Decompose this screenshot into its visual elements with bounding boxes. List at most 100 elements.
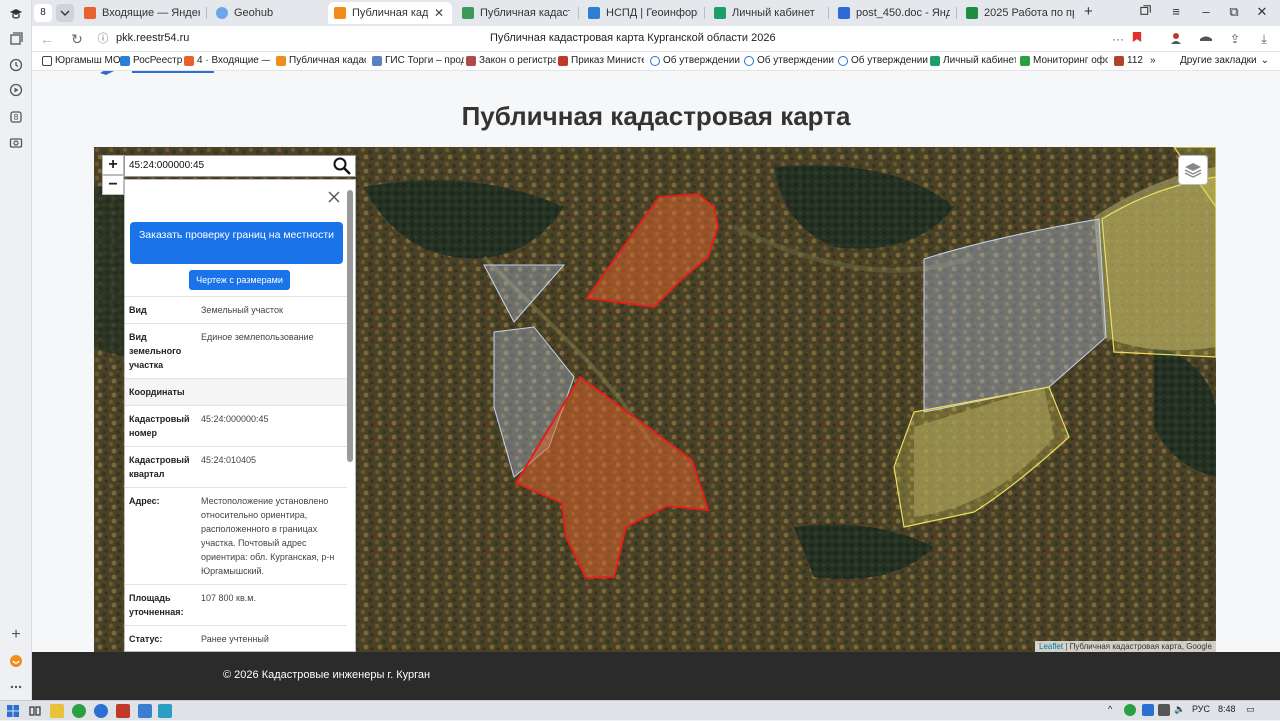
- bookmark-item[interactable]: Об утверждении: [650, 55, 740, 66]
- site-logo[interactable]: [100, 71, 220, 81]
- input-language[interactable]: РУС: [1192, 704, 1210, 714]
- url-field[interactable]: pkk.reestr54.ru: [116, 32, 189, 44]
- tab-sheet[interactable]: 2025 Работа по предоставлению: [960, 2, 1080, 24]
- tab-nspd[interactable]: НСПД | Геоинформационная: [582, 2, 704, 24]
- bookmark-item[interactable]: Мониторинг офо: [1020, 55, 1108, 66]
- more-dots-icon[interactable]: [7, 678, 25, 696]
- kaspersky-icon[interactable]: [72, 704, 86, 718]
- consultant-icon: [558, 55, 568, 66]
- tab-geohub[interactable]: Geohub: [210, 2, 326, 24]
- footer-copyright: © 2026 Кадастровые инженеры г. Курган: [223, 669, 431, 681]
- share-icon[interactable]: ⇪: [1227, 31, 1243, 47]
- pdf-app-icon[interactable]: [116, 704, 130, 718]
- drawing-with-dimensions-button[interactable]: Чертеж с размерами: [189, 270, 290, 290]
- tab-count-badge[interactable]: 8: [34, 4, 52, 22]
- attr-row: Статус: Ранее учтенный: [125, 625, 347, 651]
- site-info-icon[interactable]: ⓘ: [94, 30, 112, 48]
- start-icon[interactable]: [6, 704, 20, 718]
- volume-icon[interactable]: 🔈: [1174, 704, 1185, 715]
- bookmark-item[interactable]: Об утверждении: [744, 55, 834, 66]
- zoom-out-button[interactable]: −: [102, 175, 124, 195]
- map-view[interactable]: + − 45:24:000000:45 Заказать проверку гр…: [94, 147, 1216, 652]
- address-bar: ← ↻ ⓘ pkk.reestr54.ru Публичная кадастро…: [32, 26, 1280, 52]
- qgis-app-icon[interactable]: [158, 704, 172, 718]
- tab-pkk-2[interactable]: Публичная кадастровая карта: [456, 2, 576, 24]
- counter-8-icon[interactable]: 8: [7, 108, 25, 126]
- attr-row: Координаты: [125, 378, 347, 405]
- back-icon[interactable]: ←: [38, 30, 56, 48]
- file-explorer-icon[interactable]: [50, 704, 64, 718]
- antivirus-tray-icon[interactable]: [1124, 704, 1136, 716]
- bookmark-item[interactable]: РосРеестр: [120, 55, 184, 66]
- bookmark-item[interactable]: ГИС Торги – прод: [372, 55, 464, 66]
- yandex-browser-icon[interactable]: [94, 704, 108, 718]
- browser-sidebar: 8 +: [0, 0, 32, 700]
- history-icon[interactable]: [7, 56, 25, 74]
- os-taskbar: ^ 🔈 РУС 8:48 ▭: [0, 700, 1280, 720]
- search-icon[interactable]: [332, 157, 352, 175]
- bookmark-item[interactable]: Публичная кадаст: [276, 55, 366, 66]
- page-title: Публичная кадастровая карта: [461, 101, 851, 131]
- tab-pkk-active[interactable]: Публичная кадастровая карта ✕: [328, 2, 452, 24]
- attr-row: Вид Земельный участок: [125, 296, 347, 323]
- word-app-icon[interactable]: [138, 704, 152, 718]
- bookmark-item[interactable]: 4 · Входящие — Я: [184, 55, 270, 66]
- bookmark-item[interactable]: Об утверждении: [838, 55, 928, 66]
- profile-cap-icon[interactable]: [7, 5, 25, 23]
- scrollbar-thumb[interactable]: [347, 190, 353, 462]
- document-icon: [838, 7, 850, 19]
- restore-icon[interactable]: ⧉: [1225, 4, 1243, 20]
- clock[interactable]: 8:48: [1218, 704, 1236, 714]
- gosuslugi-icon: [714, 7, 726, 19]
- tray-chevron-icon[interactable]: ^: [1108, 704, 1112, 714]
- bookmark-icon[interactable]: [1129, 31, 1145, 47]
- collections-icon[interactable]: [7, 30, 25, 48]
- cadastral-search-input[interactable]: 45:24:000000:45: [124, 155, 356, 177]
- attr-row: Вид земельного участка Единое землепольз…: [125, 323, 347, 378]
- bookmarks-bar: Юргамыш МО РосРеестр 4 · Входящие — Я Пу…: [32, 52, 1280, 71]
- tab-lk[interactable]: Личный кабинет: [708, 2, 828, 24]
- display-tray-icon[interactable]: [1158, 704, 1170, 716]
- more-dots-icon[interactable]: ···: [1110, 31, 1126, 47]
- tabs-overview-icon[interactable]: [1137, 4, 1155, 19]
- close-window-icon[interactable]: ✕: [1253, 4, 1271, 20]
- add-panel-icon[interactable]: +: [7, 626, 25, 644]
- panel-scrollbar[interactable]: [347, 182, 353, 651]
- reload-icon[interactable]: ↻: [68, 30, 86, 48]
- page-title-in-addressbar: Публичная кадастровая карта Курганской о…: [490, 32, 776, 44]
- close-icon[interactable]: [327, 190, 341, 204]
- bookmarks-more-chevron[interactable]: »: [1150, 55, 1156, 66]
- mail-icon: [184, 55, 194, 66]
- tab-yandex-mail[interactable]: Входящие — Яндекс.Почта: [78, 2, 206, 24]
- tab-list-chevron-icon[interactable]: [56, 4, 74, 22]
- bookmark-item[interactable]: Приказ Министер: [558, 55, 644, 66]
- zoom-in-button[interactable]: +: [102, 155, 124, 175]
- video-play-icon[interactable]: [7, 81, 25, 99]
- screenshot-icon[interactable]: [7, 134, 25, 152]
- alice-assistant-icon[interactable]: [7, 652, 25, 670]
- network-tray-icon[interactable]: [1142, 704, 1154, 716]
- bookmark-item[interactable]: Закон о регистра: [466, 55, 556, 66]
- new-tab-icon[interactable]: +: [1084, 3, 1093, 20]
- layers-button[interactable]: [1178, 155, 1208, 185]
- tab-label: Публичная кадастровая карта: [480, 7, 570, 19]
- tab-doc[interactable]: post_450.doc - Яндекс Документы: [832, 2, 956, 24]
- menu-icon[interactable]: ≡: [1167, 4, 1185, 19]
- other-bookmarks[interactable]: Другие закладки ⌄: [1180, 55, 1269, 66]
- taskview-icon[interactable]: [28, 704, 42, 718]
- house-icon: [334, 7, 346, 19]
- extension-avatar-icon[interactable]: [1168, 31, 1184, 47]
- parcel-info-panel: Заказать проверку границ на местности Че…: [124, 179, 356, 652]
- map-pin-icon: [462, 7, 474, 19]
- extension-hat-icon[interactable]: [1198, 31, 1214, 47]
- download-icon[interactable]: ⤓: [1256, 31, 1272, 47]
- attr-row: Кадастровый номер 45:24:000000:45: [125, 405, 347, 446]
- bookmark-item[interactable]: 112: [1114, 55, 1146, 66]
- minimize-icon[interactable]: –: [1197, 4, 1215, 19]
- bookmark-item[interactable]: Юргамыш МО: [42, 55, 122, 66]
- bookmark-item[interactable]: Личный кабинет: [930, 55, 1016, 66]
- notifications-icon[interactable]: ▭: [1246, 704, 1255, 715]
- order-boundary-check-button[interactable]: Заказать проверку границ на местности: [130, 222, 343, 264]
- leaflet-link[interactable]: Leaflet: [1039, 642, 1063, 651]
- close-tab-icon[interactable]: ✕: [434, 6, 444, 20]
